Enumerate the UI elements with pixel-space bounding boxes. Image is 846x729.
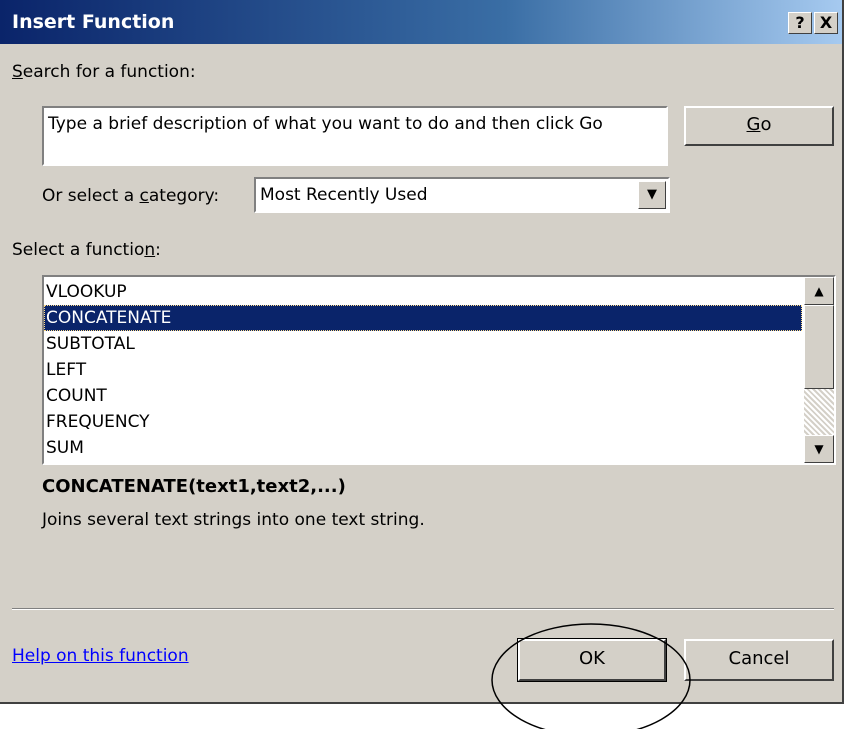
ok-highlight-annotation — [491, 623, 691, 729]
annotation-ellipse — [491, 623, 691, 729]
